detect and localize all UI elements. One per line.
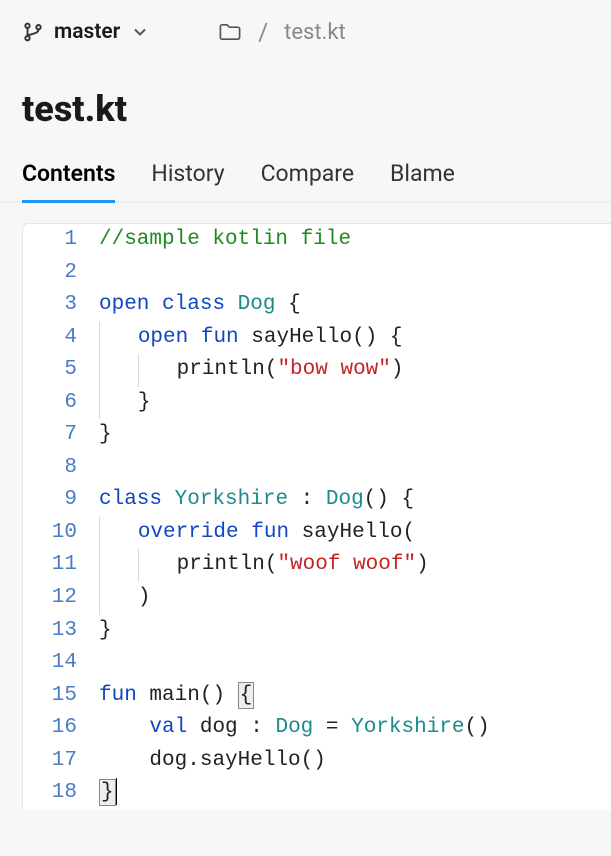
line-number[interactable]: 12 xyxy=(23,582,95,615)
line-content[interactable]: //sample kotlin file xyxy=(95,224,611,257)
line-number[interactable]: 10 xyxy=(23,517,95,550)
line-content[interactable]: } xyxy=(95,387,611,420)
branch-selector[interactable]: master xyxy=(22,20,150,44)
code-line: 3open class Dog { xyxy=(23,289,611,322)
line-content[interactable]: } xyxy=(95,615,611,648)
line-content[interactable]: override fun sayHello( xyxy=(95,517,611,550)
line-content[interactable]: println("bow wow") xyxy=(95,354,611,387)
code-line: 16 val dog : Dog = Yorkshire() xyxy=(23,712,611,745)
line-content[interactable]: println("woof woof") xyxy=(95,549,611,582)
code-line: 14 xyxy=(23,647,611,680)
line-number[interactable]: 5 xyxy=(23,354,95,387)
line-number[interactable]: 13 xyxy=(23,615,95,648)
line-number[interactable]: 15 xyxy=(23,680,95,713)
page-title: test.kt xyxy=(0,64,611,150)
line-number[interactable]: 11 xyxy=(23,549,95,582)
branch-icon xyxy=(22,21,44,43)
line-content[interactable]: dog.sayHello() xyxy=(95,745,611,778)
matched-brace: { xyxy=(238,682,255,709)
code-line: 2 xyxy=(23,257,611,290)
top-bar: master / test.kt xyxy=(0,0,611,64)
line-number[interactable]: 9 xyxy=(23,484,95,517)
line-number[interactable]: 16 xyxy=(23,712,95,745)
tab-blame[interactable]: Blame xyxy=(390,150,455,201)
code-line: 1//sample kotlin file xyxy=(23,224,611,257)
line-number[interactable]: 3 xyxy=(23,289,95,322)
code-line: 4 open fun sayHello() { xyxy=(23,322,611,355)
tab-contents[interactable]: Contents xyxy=(22,150,115,201)
line-number[interactable]: 1 xyxy=(23,224,95,257)
code-line: 15fun main() { xyxy=(23,680,611,713)
line-number[interactable]: 17 xyxy=(23,745,95,778)
code-line: 13} xyxy=(23,615,611,648)
line-content[interactable]: open fun sayHello() { xyxy=(95,322,611,355)
line-content[interactable] xyxy=(95,452,611,485)
code-line: 5 println("bow wow") xyxy=(23,354,611,387)
line-number[interactable]: 8 xyxy=(23,452,95,485)
line-number[interactable]: 18 xyxy=(23,777,95,810)
code-line: 6 } xyxy=(23,387,611,420)
code-line: 10 override fun sayHello( xyxy=(23,517,611,550)
code-line: 7} xyxy=(23,419,611,452)
line-content[interactable] xyxy=(95,647,611,680)
tab-compare[interactable]: Compare xyxy=(261,150,354,201)
line-content[interactable]: val dog : Dog = Yorkshire() xyxy=(95,712,611,745)
chevron-down-icon xyxy=(130,22,150,42)
code-table[interactable]: 1//sample kotlin file23open class Dog {4… xyxy=(23,224,611,810)
code-line: 18} xyxy=(23,777,611,810)
matched-brace: } xyxy=(99,779,116,806)
tabs: Contents History Compare Blame xyxy=(0,150,611,203)
line-content[interactable]: open class Dog { xyxy=(95,289,611,322)
line-content[interactable]: ) xyxy=(95,582,611,615)
breadcrumb-separator: / xyxy=(258,18,268,46)
line-content[interactable] xyxy=(95,257,611,290)
breadcrumb: / test.kt xyxy=(218,18,345,46)
code-line: 11 println("woof woof") xyxy=(23,549,611,582)
code-line: 8 xyxy=(23,452,611,485)
line-number[interactable]: 14 xyxy=(23,647,95,680)
line-content[interactable]: class Yorkshire : Dog() { xyxy=(95,484,611,517)
line-number[interactable]: 6 xyxy=(23,387,95,420)
tab-history[interactable]: History xyxy=(151,150,224,201)
line-content[interactable]: fun main() { xyxy=(95,680,611,713)
breadcrumb-file[interactable]: test.kt xyxy=(284,20,346,45)
text-caret xyxy=(116,778,117,805)
folder-icon[interactable] xyxy=(218,20,242,44)
code-line: 17 dog.sayHello() xyxy=(23,745,611,778)
line-content[interactable]: } xyxy=(95,777,611,810)
line-content[interactable]: } xyxy=(95,419,611,452)
line-number[interactable]: 2 xyxy=(23,257,95,290)
line-number[interactable]: 4 xyxy=(23,322,95,355)
code-line: 12 ) xyxy=(23,582,611,615)
branch-name: master xyxy=(54,20,120,44)
code-line: 9class Yorkshire : Dog() { xyxy=(23,484,611,517)
code-panel: 1//sample kotlin file23open class Dog {4… xyxy=(22,223,611,810)
line-number[interactable]: 7 xyxy=(23,419,95,452)
